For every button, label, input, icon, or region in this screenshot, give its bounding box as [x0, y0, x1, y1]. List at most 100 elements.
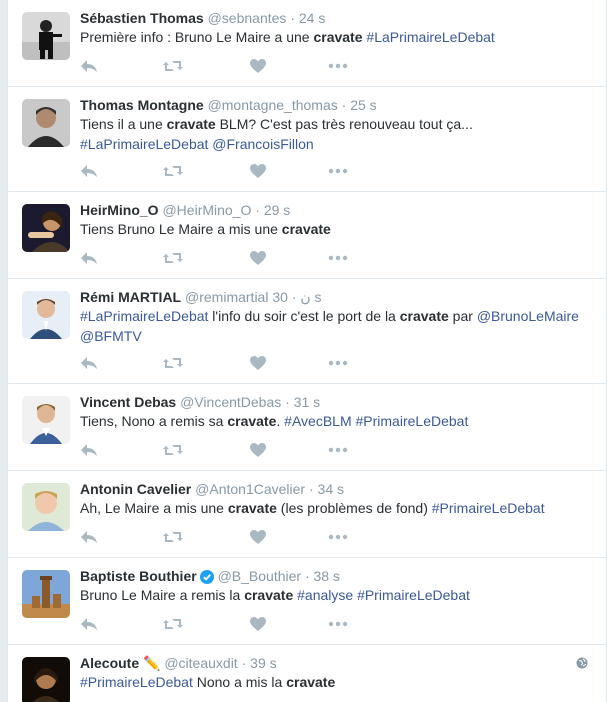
user-name[interactable]: Sébastien Thomas — [80, 10, 204, 26]
user-handle[interactable]: @montagne_thomas — [208, 97, 338, 113]
avatar[interactable] — [22, 12, 70, 60]
retweet-icon[interactable] — [162, 58, 184, 74]
timestamp-link[interactable]: 25 s — [350, 97, 376, 113]
like-heart-icon[interactable] — [250, 442, 266, 458]
retweet-icon[interactable] — [162, 616, 184, 632]
separator-dot: · — [255, 202, 260, 218]
more-options-icon[interactable] — [328, 616, 348, 632]
separator-dot: · — [290, 10, 295, 26]
timestamp-link[interactable]: 29 s — [264, 202, 290, 218]
timestamp-link[interactable]: 30 s — [272, 289, 321, 305]
timestamp-link[interactable]: 31 s — [294, 394, 320, 410]
reply-icon[interactable] — [80, 250, 98, 266]
reply-icon[interactable] — [80, 442, 98, 458]
retweet-icon[interactable] — [162, 355, 184, 371]
user-name[interactable]: Antonin Cavelier — [80, 481, 191, 497]
avatar[interactable] — [22, 99, 70, 147]
highlighted-keyword: cravate — [227, 500, 277, 516]
hashtag-link[interactable]: #LaPrimaireLeDebat — [80, 136, 208, 152]
more-options-icon[interactable] — [328, 529, 348, 545]
reply-icon[interactable] — [80, 529, 98, 545]
tweet[interactable]: Rémi MARTIAL @remimartial ن · 30 s #LaPri… — [8, 279, 606, 384]
tweet-text: #PrimaireLeDebat Nono a mis la cravate — [80, 672, 600, 692]
retweet-icon[interactable] — [162, 250, 184, 266]
like-heart-icon[interactable] — [250, 355, 266, 371]
user-handle[interactable]: @HeirMino_O — [162, 202, 251, 218]
reply-icon[interactable] — [80, 355, 98, 371]
user-handle[interactable]: @remimartial — [185, 289, 268, 305]
mention-link[interactable]: @BrunoLeMaire — [477, 308, 579, 324]
avatar[interactable] — [22, 396, 70, 444]
reply-icon[interactable] — [80, 163, 98, 179]
user-name[interactable]: Rémi MARTIAL — [80, 289, 181, 305]
text-segment: Tiens Bruno Le Maire a mis une — [80, 221, 282, 237]
timestamp-link[interactable]: 38 s — [314, 568, 340, 584]
highlighted-keyword: cravate — [166, 116, 216, 132]
hashtag-link[interactable]: #LaPrimaireLeDebat — [366, 29, 494, 45]
like-heart-icon[interactable] — [250, 250, 266, 266]
hashtag-link[interactable]: #PrimaireLeDebat — [80, 674, 193, 690]
separator-dot: · — [304, 568, 310, 584]
more-options-icon[interactable] — [328, 442, 348, 458]
tweet[interactable]: Baptiste Bouthier @B_Bouthier · 38 s Brun… — [8, 558, 606, 645]
like-heart-icon[interactable] — [250, 616, 266, 632]
tweet[interactable]: Antonin Cavelier @Anton1Cavelier · 34 sA… — [8, 471, 606, 558]
user-handle[interactable]: @sebnantes — [208, 10, 287, 26]
user-handle[interactable]: @citeauxdit — [164, 655, 237, 671]
tweet-text: Tiens il a une cravate BLM? C'est pas tr… — [80, 114, 600, 154]
timestamp-link[interactable]: 34 s — [318, 481, 344, 497]
hashtag-link[interactable]: #analyse — [297, 587, 353, 603]
tweet-timeline: Sébastien Thomas @sebnantes · 24 s Premiè… — [7, 0, 607, 702]
highlighted-keyword: cravate — [281, 221, 331, 237]
tweet-header: Rémi MARTIAL @remimartial ن · 30 s — [80, 288, 322, 306]
mention-link[interactable]: @FrancoisFillon — [212, 136, 313, 152]
avatar[interactable] — [22, 657, 70, 702]
more-options-icon[interactable] — [328, 355, 348, 371]
avatar[interactable] — [22, 204, 70, 252]
tweet-header: Thomas Montagne @montagne_thomas · 25 s — [80, 96, 377, 114]
like-heart-icon[interactable] — [250, 58, 266, 74]
highlighted-keyword: cravate — [244, 587, 294, 603]
mention-link[interactable]: @BFMTV — [80, 328, 142, 344]
more-options-icon[interactable] — [328, 58, 348, 74]
reply-icon[interactable] — [80, 616, 98, 632]
highlighted-keyword: cravate — [286, 674, 336, 690]
tweet-text: #LaPrimaireLeDebat l'info du soir c'est … — [80, 306, 600, 346]
hashtag-link[interactable]: #PrimaireLeDebat — [432, 500, 545, 516]
tweet[interactable]: Sébastien Thomas @sebnantes · 24 s Premiè… — [8, 0, 606, 87]
avatar[interactable] — [22, 291, 70, 339]
tweet-text: Première info : Bruno Le Maire a une cra… — [80, 27, 600, 47]
like-heart-icon[interactable] — [250, 163, 266, 179]
tweet[interactable]: HeirMino_O @HeirMino_O · 29 s Tiens Bruno… — [8, 192, 606, 279]
tweet-header: Alecoute ✏️ @citeauxdit · 39 s — [80, 654, 277, 672]
user-name[interactable]: HeirMino_O — [80, 202, 159, 218]
highlighted-keyword: cravate — [313, 29, 363, 45]
more-options-icon[interactable] — [328, 163, 348, 179]
more-options-icon[interactable] — [328, 250, 348, 266]
user-handle[interactable]: @VincentDebas — [180, 394, 281, 410]
avatar[interactable] — [22, 570, 70, 618]
reply-icon[interactable] — [80, 58, 98, 74]
text-segment: Tiens, Nono a remis sa — [80, 413, 228, 429]
like-heart-icon[interactable] — [250, 529, 266, 545]
timestamp-link[interactable]: 39 s — [250, 655, 276, 671]
retweet-icon[interactable] — [162, 529, 184, 545]
tweet[interactable]: Alecoute ✏️ @citeauxdit · 39 s #PrimaireL… — [8, 645, 606, 702]
tweet[interactable]: Vincent Debas @VincentDebas · 31 s Tiens,… — [8, 384, 606, 471]
user-handle[interactable]: @B_Bouthier — [218, 568, 301, 584]
user-name[interactable]: Thomas Montagne — [80, 97, 204, 113]
retweet-icon[interactable] — [162, 442, 184, 458]
hashtag-link[interactable]: #AvecBLM — [284, 413, 351, 429]
user-handle[interactable]: @Anton1Cavelier — [195, 481, 305, 497]
timestamp-link[interactable]: 24 s — [299, 10, 325, 26]
hashtag-link[interactable]: #PrimaireLeDebat — [356, 413, 469, 429]
tweet[interactable]: Thomas Montagne @montagne_thomas · 25 sT… — [8, 87, 606, 192]
retweet-icon[interactable] — [162, 163, 184, 179]
user-name[interactable]: Vincent Debas — [80, 394, 176, 410]
user-name[interactable]: Alecoute — [80, 655, 139, 671]
user-name[interactable]: Baptiste Bouthier — [80, 568, 197, 584]
tweet-text: Tiens, Nono a remis sa cravate. #AvecBLM… — [80, 411, 600, 431]
hashtag-link[interactable]: #LaPrimaireLeDebat — [80, 308, 208, 324]
hashtag-link[interactable]: #PrimaireLeDebat — [357, 587, 470, 603]
avatar[interactable] — [22, 483, 70, 531]
